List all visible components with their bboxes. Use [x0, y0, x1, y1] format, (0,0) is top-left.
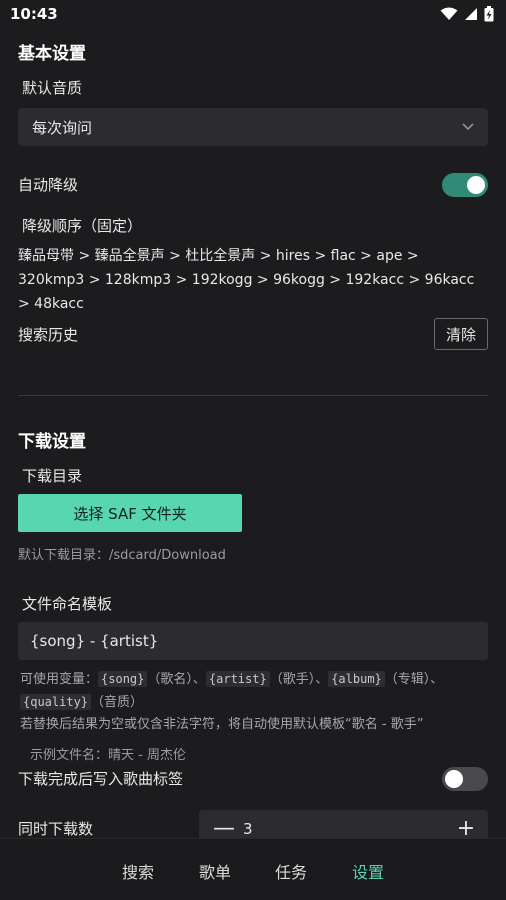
auto-downgrade-label: 自动降级	[18, 176, 79, 194]
naming-template-input[interactable]: {song} - {artist}	[18, 622, 488, 660]
concurrent-downloads-stepper[interactable]: — 3 +	[199, 810, 488, 838]
chevron-down-icon	[462, 123, 474, 131]
section-divider	[18, 395, 488, 396]
toggle-knob	[467, 176, 485, 194]
status-bar: 10:43	[0, 0, 506, 28]
var-album: {album}	[328, 671, 385, 687]
nav-item-playlists[interactable]: 歌单	[199, 859, 231, 883]
var-song: {song}	[98, 671, 148, 687]
concurrent-downloads-value[interactable]: 3	[233, 820, 456, 838]
write-tags-toggle[interactable]	[442, 767, 488, 791]
quality-label: 默认音质	[22, 79, 83, 97]
naming-template-label: 文件命名模板	[22, 595, 113, 613]
concurrent-downloads-label: 同时下载数	[18, 820, 94, 838]
album-desc: （专辑）、	[384, 672, 444, 687]
select-saf-folder-button[interactable]: 选择 SAF 文件夹	[18, 494, 242, 532]
example-filename: 示例文件名：晴天 - 周杰伦	[30, 748, 186, 763]
var-quality: {quality}	[20, 694, 92, 710]
bottom-nav: 搜索 歌单 任务 设置	[0, 838, 506, 900]
search-history-label: 搜索历史	[18, 326, 79, 344]
toggle-knob	[445, 770, 463, 788]
status-icons	[440, 6, 494, 22]
default-download-dir: 默认下载目录：/sdcard/Download	[18, 548, 226, 563]
nav-item-tasks[interactable]: 任务	[275, 859, 307, 883]
downgrade-order-title: 降级顺序（固定）	[22, 217, 143, 235]
section-title-basic: 基本设置	[18, 44, 86, 64]
nav-item-settings[interactable]: 设置	[352, 859, 384, 883]
help-fallback: 若替换后结果为空或仅含非法字符，将自动使用默认模板“歌名 - 歌手”	[20, 717, 424, 732]
write-tags-label: 下载完成后写入歌曲标签	[18, 770, 184, 788]
decrement-button[interactable]: —	[213, 818, 235, 839]
battery-charging-icon	[484, 6, 494, 22]
quality-dropdown[interactable]: 每次询问	[18, 108, 488, 146]
song-desc: （歌名）、	[147, 672, 206, 687]
auto-downgrade-toggle[interactable]	[442, 173, 488, 197]
section-title-download: 下载设置	[18, 432, 86, 452]
quality-desc: （音质）	[91, 695, 144, 710]
status-time: 10:43	[10, 5, 58, 23]
increment-button[interactable]: +	[456, 818, 476, 839]
artist-desc: （歌手）、	[269, 672, 329, 687]
var-artist: {artist}	[205, 671, 270, 687]
download-dir-label: 下载目录	[22, 467, 83, 485]
settings-content[interactable]: 基本设置 默认音质 每次询问 自动降级 降级顺序（固定） 臻品母带 > 臻品全景…	[0, 28, 506, 838]
naming-help-text: 可使用变量： {song} （歌名）、 {artist} （歌手）、 {album} （专辑…	[20, 668, 486, 736]
help-prefix: 可使用变量：	[20, 672, 99, 687]
clear-history-button[interactable]: 清除	[434, 318, 488, 350]
downgrade-order-text: 臻品母带 > 臻品全景声 > 杜比全景声 > hires > flac > ap…	[18, 248, 475, 312]
quality-dropdown-value: 每次询问	[32, 118, 93, 137]
nav-item-search[interactable]: 搜索	[122, 859, 154, 883]
signal-icon	[465, 8, 477, 20]
wifi-icon	[440, 7, 458, 20]
